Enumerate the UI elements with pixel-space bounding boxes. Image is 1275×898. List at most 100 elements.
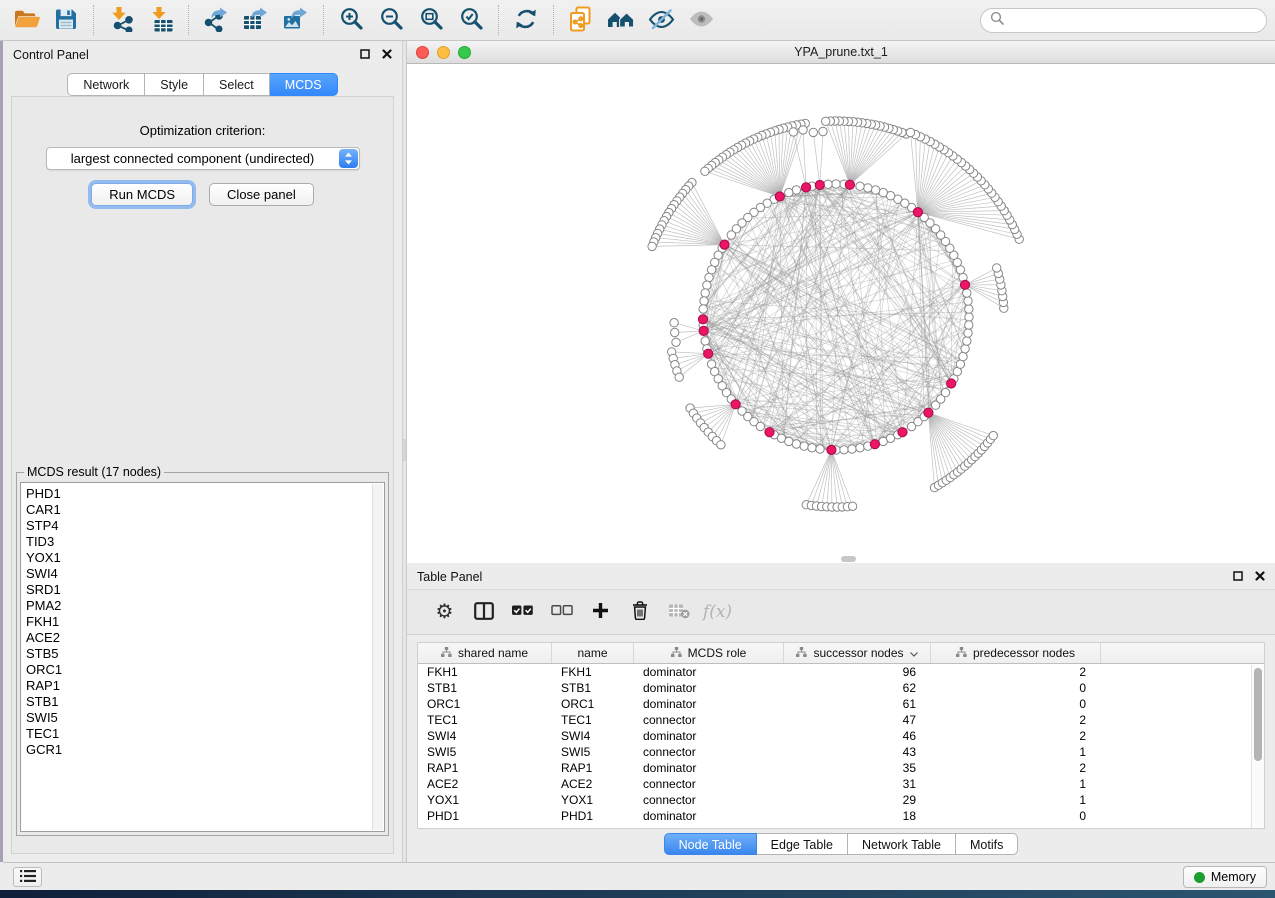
table-row[interactable]: YOX1YOX1connector291: [418, 792, 1264, 808]
hide-selected-button[interactable]: [641, 3, 681, 37]
tab-mcds[interactable]: MCDS: [270, 73, 338, 96]
cell-predecessor-nodes[interactable]: 0: [931, 809, 1101, 823]
select-all-rows-button[interactable]: [503, 594, 542, 630]
tab-motifs[interactable]: Motifs: [956, 833, 1018, 855]
cell-name[interactable]: ORC1: [552, 697, 634, 711]
table-row[interactable]: TEC1TEC1connector472: [418, 712, 1264, 728]
cell-mcds-role[interactable]: dominator: [634, 665, 784, 679]
mcds-result-item[interactable]: ACE2: [26, 630, 368, 646]
cell-mcds-role[interactable]: connector: [634, 745, 784, 759]
cell-name[interactable]: ACE2: [552, 777, 634, 791]
table-scrollbar-thumb[interactable]: [1254, 668, 1262, 761]
import-network-button[interactable]: [101, 3, 141, 37]
cell-name[interactable]: PHD1: [552, 809, 634, 823]
show-columns-button[interactable]: [464, 594, 503, 630]
cell-mcds-role[interactable]: connector: [634, 777, 784, 791]
window-close-button[interactable]: [416, 46, 429, 59]
zoom-in-button[interactable]: [331, 3, 371, 37]
criterion-select[interactable]: largest connected component (undirected): [46, 147, 360, 170]
column-header-predecessor-nodes[interactable]: predecessor nodes: [931, 643, 1101, 663]
table-row[interactable]: ACE2ACE2connector311: [418, 776, 1264, 792]
cell-name[interactable]: TEC1: [552, 713, 634, 727]
mcds-result-item[interactable]: RAP1: [26, 678, 368, 694]
search-field[interactable]: [980, 8, 1267, 33]
task-history-button[interactable]: [13, 867, 42, 887]
cell-name[interactable]: FKH1: [552, 665, 634, 679]
mcds-result-item[interactable]: SWI4: [26, 566, 368, 582]
mcds-result-item[interactable]: PMA2: [26, 598, 368, 614]
cell-mcds-role[interactable]: connector: [634, 793, 784, 807]
cell-predecessor-nodes[interactable]: 2: [931, 665, 1101, 679]
cell-name[interactable]: RAP1: [552, 761, 634, 775]
zoom-selected-button[interactable]: [451, 3, 491, 37]
cell-name[interactable]: YOX1: [552, 793, 634, 807]
cell-predecessor-nodes[interactable]: 2: [931, 729, 1101, 743]
memory-button[interactable]: Memory: [1183, 866, 1267, 888]
cell-mcds-role[interactable]: dominator: [634, 681, 784, 695]
table-settings-button[interactable]: ⚙: [425, 594, 464, 630]
tab-network[interactable]: Network: [67, 73, 145, 96]
import-table-button[interactable]: [141, 3, 181, 37]
window-minimize-button[interactable]: [437, 46, 450, 59]
tab-node-table[interactable]: Node Table: [664, 833, 757, 855]
tab-select[interactable]: Select: [204, 73, 270, 96]
network-window-titlebar[interactable]: YPA_prune.txt_1: [407, 41, 1275, 64]
mcds-result-list[interactable]: PHD1CAR1STP4TID3YOX1SWI4SRD1PMA2FKH1ACE2…: [20, 482, 385, 832]
cell-predecessor-nodes[interactable]: 2: [931, 713, 1101, 727]
cell-shared-name[interactable]: PHD1: [418, 809, 552, 823]
export-network-button[interactable]: [196, 3, 236, 37]
cell-shared-name[interactable]: SWI4: [418, 729, 552, 743]
deselect-all-rows-button[interactable]: [542, 594, 581, 630]
cell-shared-name[interactable]: RAP1: [418, 761, 552, 775]
export-table-button[interactable]: [236, 3, 276, 37]
cell-successor-nodes[interactable]: 43: [784, 745, 931, 759]
mcds-result-item[interactable]: STP4: [26, 518, 368, 534]
mcds-result-item[interactable]: GCR1: [26, 742, 368, 758]
table-row[interactable]: FKH1FKH1dominator962: [418, 664, 1264, 680]
column-header-shared-name[interactable]: shared name: [418, 643, 552, 663]
save-session-button[interactable]: [46, 3, 86, 37]
cell-successor-nodes[interactable]: 18: [784, 809, 931, 823]
result-list-scrollbar[interactable]: [372, 484, 383, 830]
splitter-grip[interactable]: [403, 439, 406, 461]
mcds-result-item[interactable]: TEC1: [26, 726, 368, 742]
refresh-button[interactable]: [506, 3, 546, 37]
column-header-MCDS-role[interactable]: MCDS role: [634, 643, 784, 663]
cell-successor-nodes[interactable]: 29: [784, 793, 931, 807]
table-row[interactable]: ORC1ORC1dominator610: [418, 696, 1264, 712]
cell-mcds-role[interactable]: dominator: [634, 809, 784, 823]
table-row[interactable]: SWI4SWI4dominator462: [418, 728, 1264, 744]
mcds-result-item[interactable]: TID3: [26, 534, 368, 550]
search-input[interactable]: [1009, 11, 1266, 31]
add-column-button[interactable]: [581, 594, 620, 630]
tab-network-table[interactable]: Network Table: [848, 833, 956, 855]
cell-shared-name[interactable]: FKH1: [418, 665, 552, 679]
column-header-successor-nodes[interactable]: successor nodes: [784, 643, 931, 663]
cell-shared-name[interactable]: SWI5: [418, 745, 552, 759]
cell-predecessor-nodes[interactable]: 1: [931, 745, 1101, 759]
cell-mcds-role[interactable]: connector: [634, 713, 784, 727]
run-mcds-button[interactable]: Run MCDS: [91, 183, 193, 206]
cell-mcds-role[interactable]: dominator: [634, 697, 784, 711]
close-mcds-panel-button[interactable]: Close panel: [209, 183, 314, 206]
cell-predecessor-nodes[interactable]: 1: [931, 793, 1101, 807]
cell-predecessor-nodes[interactable]: 2: [931, 761, 1101, 775]
mcds-result-item[interactable]: STB1: [26, 694, 368, 710]
cell-predecessor-nodes[interactable]: 1: [931, 777, 1101, 791]
export-image-button[interactable]: [276, 3, 316, 37]
mcds-result-item[interactable]: STB5: [26, 646, 368, 662]
mcds-result-item[interactable]: SRD1: [26, 582, 368, 598]
canvas-hscroll-thumb[interactable]: [841, 556, 856, 562]
table-row[interactable]: SWI5SWI5connector431: [418, 744, 1264, 760]
cell-mcds-role[interactable]: dominator: [634, 761, 784, 775]
table-scrollbar[interactable]: [1251, 665, 1264, 828]
cell-successor-nodes[interactable]: 61: [784, 697, 931, 711]
cell-shared-name[interactable]: TEC1: [418, 713, 552, 727]
cell-shared-name[interactable]: ACE2: [418, 777, 552, 791]
cell-successor-nodes[interactable]: 96: [784, 665, 931, 679]
cell-successor-nodes[interactable]: 47: [784, 713, 931, 727]
zoom-out-button[interactable]: [371, 3, 411, 37]
column-header-name[interactable]: name: [552, 643, 634, 663]
control-panel-float-button[interactable]: [360, 49, 370, 59]
open-file-button[interactable]: [6, 3, 46, 37]
